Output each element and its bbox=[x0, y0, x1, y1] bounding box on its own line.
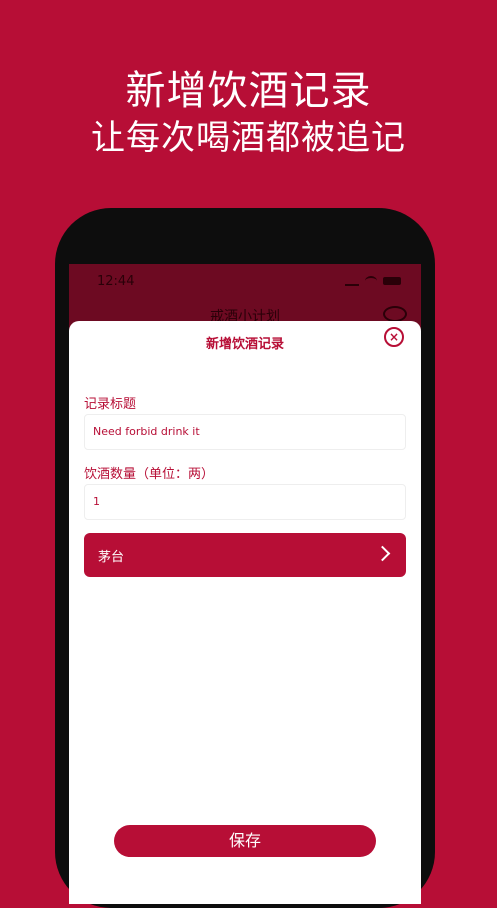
amount-input[interactable]: 1 bbox=[84, 484, 406, 520]
record-title-label: 记录标题 bbox=[84, 397, 137, 412]
close-icon[interactable]: × bbox=[384, 327, 404, 347]
signal-icon bbox=[345, 276, 359, 286]
sheet-title: 新增饮酒记录 bbox=[205, 337, 284, 352]
chevron-right-icon bbox=[374, 545, 391, 562]
promo-subheadline: 让每次喝酒都被追记 bbox=[91, 118, 406, 158]
phone-frame: 12:44 戒酒小计划 新增饮酒记录 × 记录标题 Need forbid dr… bbox=[55, 208, 435, 908]
promo-headline: 新增饮酒记录 bbox=[125, 68, 372, 114]
status-time: 12:44 bbox=[97, 274, 135, 289]
record-title-input[interactable]: Need forbid drink it bbox=[84, 414, 406, 450]
amount-label: 饮酒数量（单位：两） bbox=[84, 467, 215, 482]
status-icons bbox=[345, 276, 401, 286]
brand-select-value: 茅台 bbox=[98, 550, 125, 565]
phone-screen: 12:44 戒酒小计划 新增饮酒记录 × 记录标题 Need forbid dr… bbox=[69, 264, 421, 904]
add-record-sheet: 新增饮酒记录 × 记录标题 Need forbid drink it 饮酒数量（… bbox=[69, 321, 421, 904]
wifi-icon bbox=[365, 276, 377, 286]
save-button[interactable]: 保存 bbox=[114, 825, 376, 857]
brand-select[interactable]: 茅台 bbox=[84, 533, 406, 577]
battery-icon bbox=[383, 277, 401, 285]
eye-icon[interactable] bbox=[383, 306, 407, 322]
